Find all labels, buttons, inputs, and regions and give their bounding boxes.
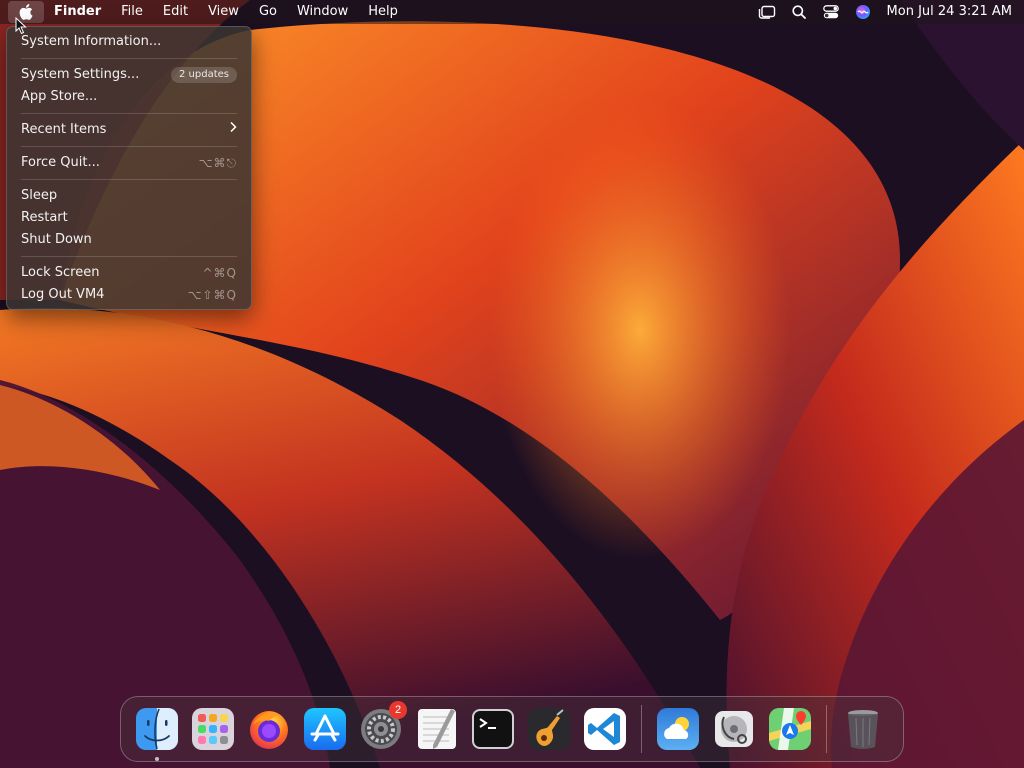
firefox-icon <box>250 711 288 749</box>
menubar-file[interactable]: File <box>111 0 153 24</box>
menu-item-shortcut: ⌥⌘⎋ <box>198 156 237 170</box>
menu-item-force-quit[interactable]: Force Quit... ⌥⌘⎋ <box>7 152 251 174</box>
dock-vscode[interactable] <box>581 705 629 753</box>
menu-item-label: Shut Down <box>21 232 92 247</box>
menu-item-label: Lock Screen <box>21 265 100 280</box>
finder-icon <box>136 708 178 750</box>
dock-divider <box>641 705 642 753</box>
menu-item-restart[interactable]: Restart <box>7 207 251 229</box>
menu-item-app-store[interactable]: App Store... <box>7 86 251 108</box>
menu-item-label: App Store... <box>21 89 98 104</box>
menu-item-label: System Settings... <box>21 67 140 82</box>
menubar-help[interactable]: Help <box>358 0 408 24</box>
menu-separator <box>21 58 237 59</box>
menu-item-label: Sleep <box>21 188 58 203</box>
dock: 2 <box>120 696 904 762</box>
menu-item-recent-items[interactable]: Recent Items <box>7 119 251 141</box>
dock-garageband[interactable] <box>525 705 573 753</box>
chevron-right-icon <box>229 119 237 141</box>
dock-finder[interactable] <box>133 705 181 761</box>
menu-item-lock-screen[interactable]: Lock Screen ^⌘Q <box>7 262 251 284</box>
notification-badge: 2 <box>389 701 407 719</box>
vscode-icon <box>584 708 626 750</box>
menubar-app-name[interactable]: Finder <box>44 0 111 24</box>
stage-manager-icon[interactable] <box>751 0 783 24</box>
dock-terminal[interactable] <box>469 705 517 753</box>
menu-item-label: Log Out VM4 <box>21 287 105 302</box>
menubar-clock[interactable]: Mon Jul 24 3:21 AM <box>879 0 1012 24</box>
dock-maps[interactable] <box>766 705 814 753</box>
menu-item-label: Recent Items <box>21 122 107 137</box>
dock-textedit[interactable] <box>413 705 461 753</box>
menu-item-system-settings[interactable]: System Settings... 2 updates <box>7 64 251 86</box>
menubar-status-area: Mon Jul 24 3:21 AM <box>751 0 1024 24</box>
menu-item-system-information[interactable]: System Information... <box>7 31 251 53</box>
weather-icon <box>657 708 699 750</box>
menu-item-label: Force Quit... <box>21 155 100 170</box>
textedit-icon <box>418 709 456 749</box>
menu-separator <box>21 256 237 257</box>
menu-separator <box>21 146 237 147</box>
menu-bar: Finder File Edit View Go Window Help Mon… <box>0 0 1024 24</box>
dock-weather[interactable] <box>654 705 702 753</box>
menu-separator <box>21 113 237 114</box>
menu-item-label: Restart <box>21 210 68 225</box>
updates-badge: 2 updates <box>171 67 237 83</box>
dock-divider <box>826 705 827 753</box>
menubar-go[interactable]: Go <box>249 0 287 24</box>
menubar-window[interactable]: Window <box>287 0 358 24</box>
menu-item-shortcut: ^⌘Q <box>202 266 237 280</box>
app-store-icon <box>304 708 346 750</box>
menu-item-shut-down[interactable]: Shut Down <box>7 229 251 251</box>
menu-item-log-out[interactable]: Log Out VM4 ⌥⇧⌘Q <box>7 284 251 306</box>
dock-firefox[interactable] <box>245 705 293 753</box>
menu-item-label: System Information... <box>21 34 162 49</box>
mouse-cursor-icon <box>15 16 27 39</box>
dock-system-settings[interactable]: 2 <box>357 701 407 753</box>
apple-menu-dropdown: System Information... System Settings...… <box>6 26 252 310</box>
garageband-icon <box>528 708 570 750</box>
menu-separator <box>21 179 237 180</box>
maps-icon <box>769 708 811 750</box>
control-center-icon[interactable] <box>815 0 847 24</box>
dock-app-store[interactable] <box>301 705 349 753</box>
launchpad-icon <box>192 708 234 750</box>
terminal-icon <box>472 709 514 749</box>
dock-trash[interactable] <box>839 705 887 753</box>
siri-icon[interactable] <box>847 0 879 24</box>
disk-utility-icon <box>715 711 753 747</box>
dock-launchpad[interactable] <box>189 705 237 753</box>
menubar-edit[interactable]: Edit <box>153 0 198 24</box>
menubar-view[interactable]: View <box>198 0 249 24</box>
dock-disk-utility[interactable] <box>710 705 758 753</box>
spotlight-search-icon[interactable] <box>783 0 815 24</box>
running-indicator <box>155 757 159 761</box>
trash-icon <box>848 710 878 749</box>
menu-item-shortcut: ⌥⇧⌘Q <box>187 288 237 302</box>
menu-item-sleep[interactable]: Sleep <box>7 185 251 207</box>
